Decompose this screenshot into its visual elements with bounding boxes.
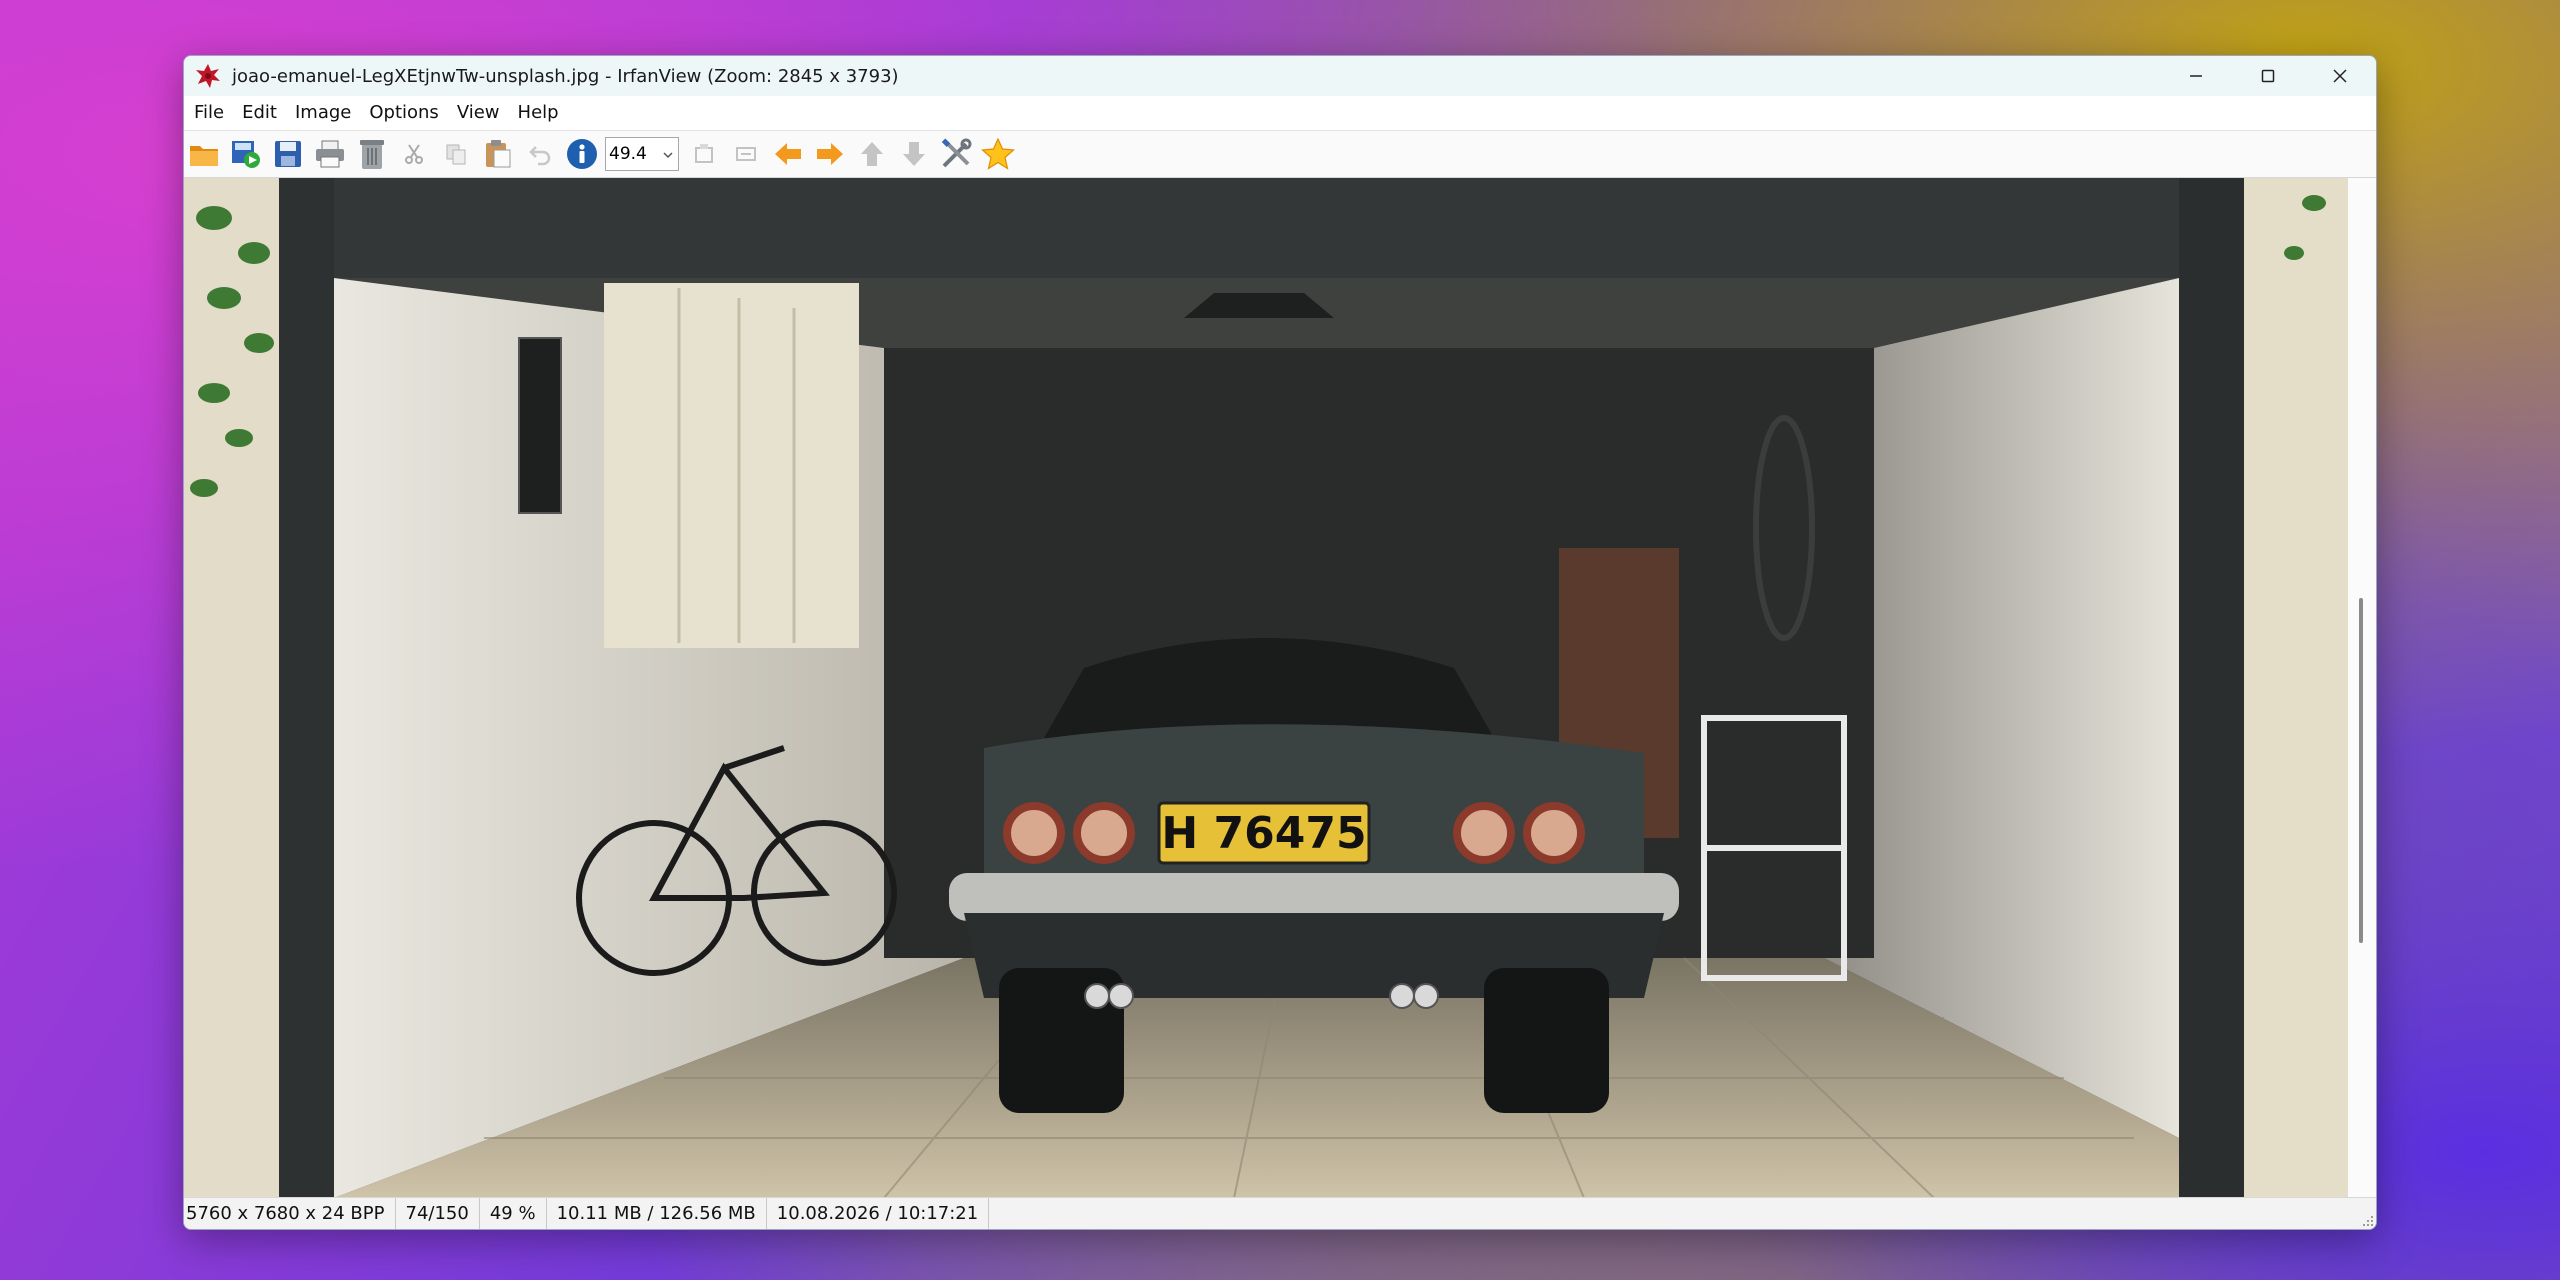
previous-icon — [775, 143, 801, 165]
undo-icon — [529, 146, 551, 166]
previous-button[interactable] — [771, 137, 805, 171]
favorite-icon — [981, 138, 1015, 170]
close-icon — [2333, 69, 2347, 83]
image-canvas[interactable]: H 76475 — [184, 178, 2348, 1198]
maximize-icon — [2261, 69, 2275, 83]
last-icon — [903, 142, 925, 166]
zoom-input[interactable] — [606, 138, 665, 170]
menu-view[interactable]: View — [448, 96, 509, 130]
minimize-button[interactable] — [2160, 56, 2232, 96]
resize-grip-icon[interactable] — [2360, 1213, 2374, 1227]
last-button[interactable] — [897, 137, 931, 171]
cut-icon — [405, 144, 423, 164]
menu-image[interactable]: Image — [286, 96, 360, 130]
menu-help[interactable]: Help — [509, 96, 568, 130]
title-bar[interactable]: joao-emanuel-LegXEtjnwTw-unsplash.jpg - … — [184, 56, 2376, 96]
first-icon — [861, 142, 883, 166]
menu-options[interactable]: Options — [360, 96, 447, 130]
next-icon — [817, 143, 843, 165]
menu-edit[interactable]: Edit — [233, 96, 286, 130]
paste-icon — [486, 140, 511, 168]
print-button[interactable] — [313, 137, 347, 171]
fit-icon — [695, 144, 713, 163]
window-title: joao-emanuel-LegXEtjnwTw-unsplash.jpg - … — [232, 65, 899, 87]
minimize-icon — [2190, 75, 2202, 77]
irfanview-logo-icon — [196, 64, 220, 88]
fullscreen-icon — [736, 147, 756, 161]
save-button[interactable] — [271, 137, 305, 171]
first-button[interactable] — [855, 137, 889, 171]
delete-button[interactable] — [355, 137, 389, 171]
window-controls — [2160, 56, 2376, 96]
close-button[interactable] — [2304, 56, 2376, 96]
info-button[interactable] — [565, 137, 599, 171]
settings-icon — [941, 138, 972, 168]
garage-photo: H 76475 — [184, 178, 2348, 1198]
menu-bar: File Edit Image Options View Help — [184, 96, 2376, 131]
slideshow-icon — [232, 141, 260, 168]
paste-button[interactable] — [481, 137, 515, 171]
vertical-scrollbar[interactable] — [2348, 178, 2376, 1198]
info-icon — [567, 139, 597, 169]
next-button[interactable] — [813, 137, 847, 171]
copy-button[interactable] — [439, 137, 473, 171]
chevron-down-icon[interactable] — [661, 148, 675, 162]
menu-file[interactable]: File — [185, 96, 233, 130]
status-memory: 10.11 MB / 126.56 MB — [547, 1198, 767, 1229]
status-index: 74/150 — [396, 1198, 480, 1229]
delete-icon — [360, 140, 384, 169]
status-dimensions: 5760 x 7680 x 24 BPP — [184, 1198, 396, 1229]
scrollbar-thumb[interactable] — [2359, 598, 2363, 943]
fit-button[interactable] — [687, 137, 721, 171]
status-datetime: 10.08.2026 / 10:17:21 — [767, 1198, 990, 1229]
undo-button[interactable] — [523, 137, 557, 171]
status-bar: 5760 x 7680 x 24 BPP 74/150 49 % 10.11 M… — [184, 1197, 2376, 1229]
print-icon — [316, 140, 344, 168]
license-plate: H 76475 — [1161, 808, 1366, 859]
copy-icon — [446, 144, 466, 165]
slideshow-button[interactable] — [229, 137, 263, 171]
open-icon — [190, 146, 218, 166]
open-button[interactable] — [187, 137, 221, 171]
settings-button[interactable] — [939, 137, 973, 171]
toolbar — [184, 131, 2376, 178]
status-zoom: 49 % — [480, 1198, 547, 1229]
cut-button[interactable] — [397, 137, 431, 171]
maximize-button[interactable] — [2232, 56, 2304, 96]
fullscreen-button[interactable] — [729, 137, 763, 171]
save-icon — [275, 141, 301, 167]
irfanview-window: joao-emanuel-LegXEtjnwTw-unsplash.jpg - … — [183, 55, 2377, 1230]
favorite-button[interactable] — [981, 137, 1015, 171]
zoom-combobox[interactable] — [605, 137, 679, 171]
